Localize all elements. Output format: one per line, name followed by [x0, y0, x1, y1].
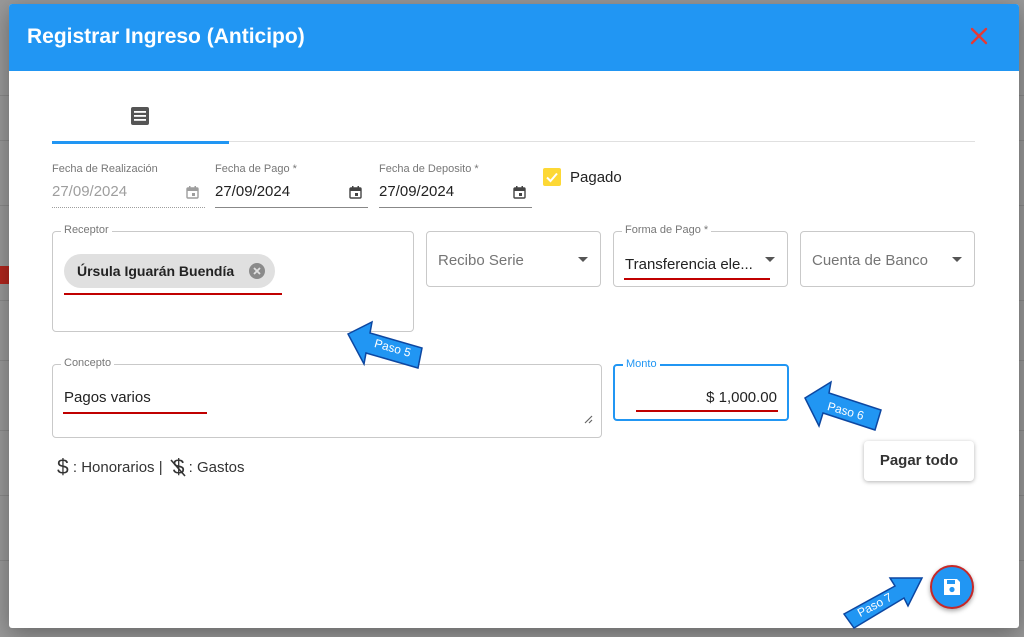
fecha-pago-label: Fecha de Pago * — [215, 163, 297, 175]
annotation-underline — [636, 410, 778, 412]
save-icon — [944, 579, 960, 595]
concepto-field[interactable]: Concepto Pagos varios — [52, 357, 602, 438]
dollar-icon: $ — [57, 456, 69, 479]
forma-pago-label: Forma de Pago * — [622, 224, 712, 236]
monto-value: $ 1,000.00 — [706, 389, 777, 406]
pagado-label: Pagado — [570, 169, 622, 186]
list-icon — [130, 106, 150, 126]
fecha-deposito-label: Fecha de Deposito * — [379, 163, 479, 175]
receptor-chip[interactable]: Úrsula Iguarán Buendía — [64, 254, 275, 288]
receptor-chip-label: Úrsula Iguarán Buendía — [77, 263, 235, 279]
dropdown-arrow-icon — [765, 257, 775, 262]
fecha-pago-field[interactable]: Fecha de Pago * 27/09/2024 — [215, 163, 368, 208]
annotation-underline — [64, 293, 282, 295]
save-button[interactable] — [930, 565, 974, 609]
cuenta-banco-placeholder: Cuenta de Banco — [812, 252, 928, 269]
calendar-icon[interactable] — [513, 186, 526, 199]
dollar-off-icon: $ — [170, 456, 186, 479]
field-underline — [215, 207, 368, 208]
cuenta-banco-select[interactable]: Cuenta de Banco — [800, 231, 975, 287]
honorarios-legend: : Honorarios | — [72, 459, 163, 476]
fecha-pago-value: 27/09/2024 — [215, 183, 291, 200]
tab-active-indicator — [52, 141, 229, 144]
monto-field[interactable]: Monto $ 1,000.00 — [613, 358, 789, 421]
paso-5-arrow: Paso 5 — [346, 320, 426, 370]
fecha-deposito-value: 27/09/2024 — [379, 183, 455, 200]
tab-list[interactable] — [52, 92, 229, 144]
pagar-todo-button[interactable]: Pagar todo — [864, 441, 974, 481]
checkbox-checked-icon[interactable] — [543, 168, 561, 186]
field-underline — [52, 207, 205, 208]
annotation-underline — [624, 278, 770, 280]
resize-handle-icon[interactable] — [583, 411, 593, 429]
close-icon[interactable] — [969, 26, 989, 46]
annotation-underline — [63, 412, 207, 414]
paso-6-arrow: Paso 6 — [803, 380, 883, 432]
monto-label: Monto — [623, 358, 660, 370]
forma-pago-select[interactable]: Forma de Pago * Transferencia ele... — [613, 224, 788, 287]
dialog-title: Registrar Ingreso (Anticipo) — [27, 25, 305, 48]
recibo-serie-placeholder: Recibo Serie — [438, 252, 524, 269]
concepto-value: Pagos varios — [64, 389, 151, 406]
recibo-serie-select[interactable]: Recibo Serie — [426, 231, 601, 287]
field-underline — [379, 207, 532, 208]
fecha-deposito-field[interactable]: Fecha de Deposito * 27/09/2024 — [379, 163, 532, 208]
fecha-realizacion-field[interactable]: Fecha de Realización 27/09/2024 — [52, 163, 205, 208]
calendar-icon[interactable] — [349, 186, 362, 199]
receptor-field[interactable]: Receptor Úrsula Iguarán Buendía — [52, 224, 414, 332]
expense-type-legend: $ : Honorarios | $ : Gastos — [57, 456, 245, 480]
dropdown-arrow-icon — [578, 257, 588, 262]
concepto-label: Concepto — [61, 357, 115, 369]
dialog-header: Registrar Ingreso (Anticipo) — [9, 4, 1019, 71]
forma-pago-value: Transferencia ele... — [625, 256, 753, 273]
paso-7-arrow: Paso 7 — [840, 572, 925, 630]
fecha-realizacion-label: Fecha de Realización — [52, 163, 158, 175]
receptor-label: Receptor — [61, 224, 112, 236]
register-income-dialog: Registrar Ingreso (Anticipo) Fecha de Re… — [9, 4, 1019, 628]
dropdown-arrow-icon — [952, 257, 962, 262]
fecha-realizacion-value: 27/09/2024 — [52, 183, 128, 200]
calendar-icon — [186, 186, 199, 199]
gastos-legend: : Gastos — [188, 459, 245, 476]
chip-remove-icon[interactable] — [248, 262, 266, 280]
dialog-tabs — [52, 92, 975, 144]
